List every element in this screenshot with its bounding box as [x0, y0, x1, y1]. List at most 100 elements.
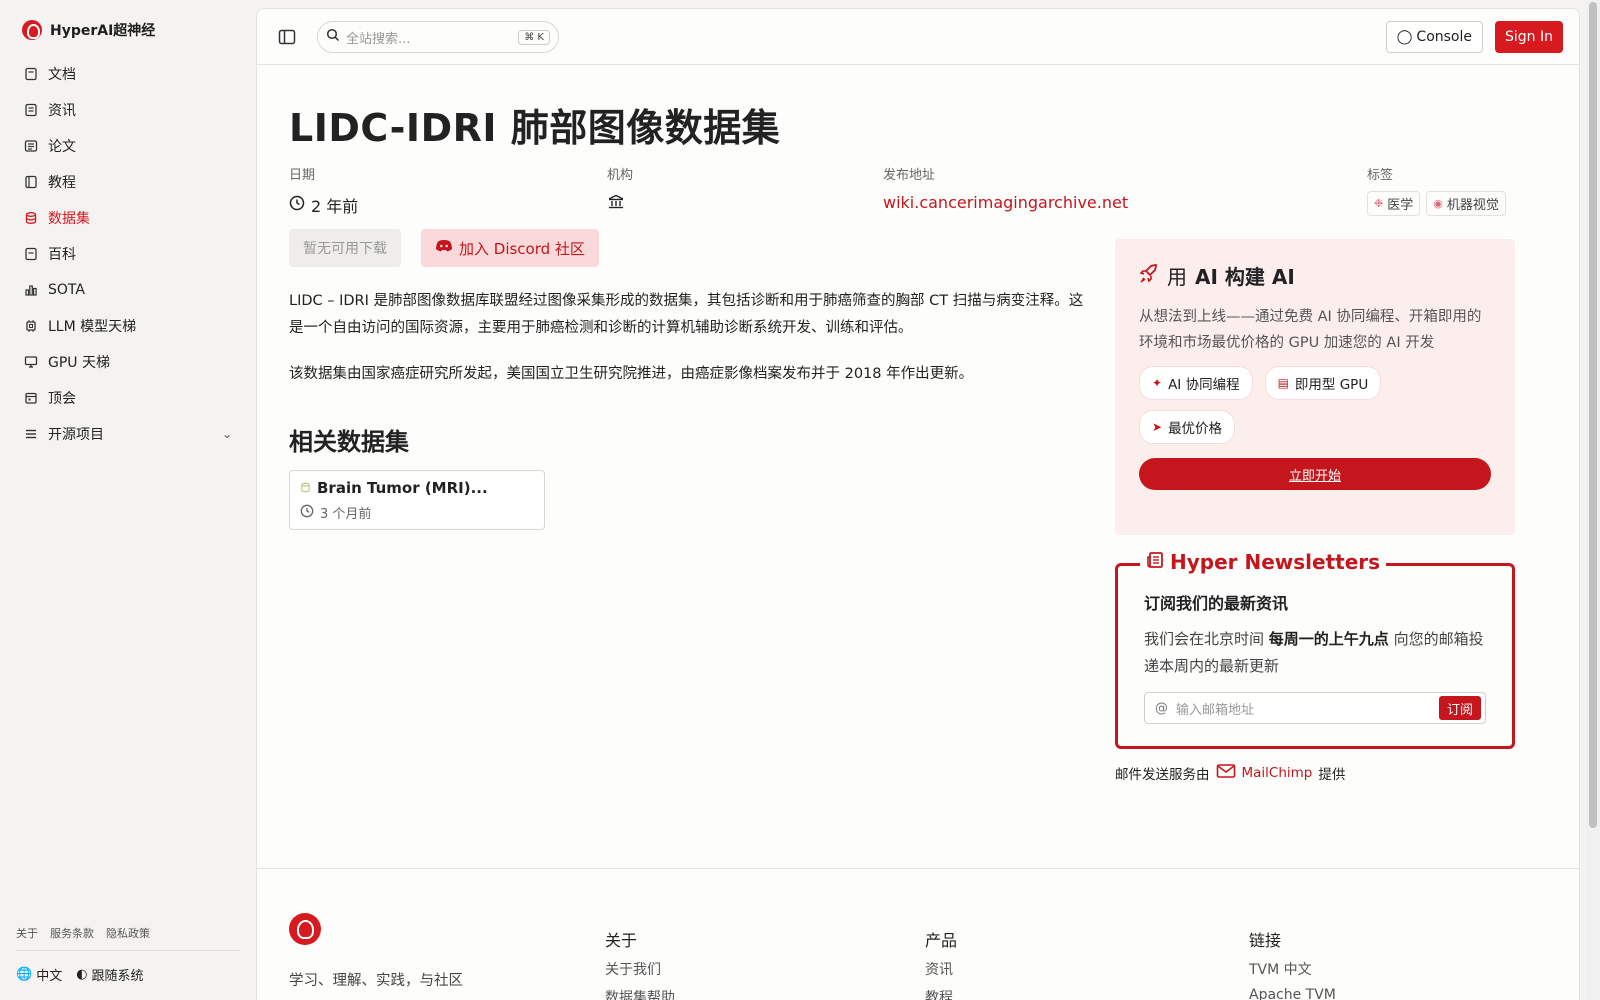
privacy-link[interactable]: 隐私政策 [106, 925, 150, 941]
sidebar-item-docs[interactable]: 文档 [16, 56, 242, 92]
chip-ai-coding: ✦ AI 协同编程 [1139, 366, 1253, 400]
related-card-title: Brain Tumor (MRI)... [317, 479, 488, 497]
sidebar-item-sota[interactable]: SOTA [16, 272, 242, 308]
topbar: 全站搜索... ⌘ K ◯ Console Sign In [257, 9, 1579, 65]
console-label: Console [1416, 29, 1472, 45]
footer-link[interactable]: 资讯 [925, 959, 957, 979]
list-icon [24, 427, 38, 441]
sidebar-item-label: 论文 [48, 139, 76, 155]
language-label: 中文 [36, 969, 63, 984]
sidebar-item-label: SOTA [48, 282, 85, 298]
sidebar-item-label: 顶会 [48, 391, 76, 407]
sidebar-item-label: 开源项目 [48, 427, 104, 443]
search-input[interactable]: 全站搜索... ⌘ K [317, 21, 559, 53]
calendar-icon [24, 391, 38, 405]
sidebar-item-datasets[interactable]: 数据集 [16, 200, 242, 236]
brand[interactable]: HyperAI超神经 [22, 20, 155, 40]
sidebar-item-wiki[interactable]: 百科 [16, 236, 242, 272]
globe-icon: 🌐 [16, 967, 33, 982]
terms-link[interactable]: 服务条款 [50, 925, 94, 941]
promo-chips: ✦ AI 协同编程 ▤ 即用型 GPU ➤ 最优价格 [1139, 366, 1439, 444]
footer-link[interactable]: Apache TVM [1249, 987, 1336, 1000]
search-icon [326, 28, 340, 46]
tag-medicine[interactable]: ❉ 医学 [1367, 191, 1421, 216]
wiki-icon [24, 247, 38, 261]
org-value-row [607, 193, 633, 215]
discord-icon [435, 239, 453, 257]
chip-label: 即用型 GPU [1294, 377, 1369, 393]
search-shortcut: ⌘ K [518, 29, 550, 45]
email-placeholder: 输入邮箱地址 [1176, 702, 1255, 718]
tutorial-icon [24, 175, 38, 189]
mailchimp-link[interactable]: MailChimp [1242, 765, 1313, 781]
sidebar-item-label: GPU 天梯 [48, 355, 110, 371]
sidebar-item-tutorials[interactable]: 教程 [16, 164, 242, 200]
footer: 学习、理解、实践，与社区 关于 关于我们 数据集帮助 产品 资讯 教程 链接 T… [257, 868, 1579, 1000]
sidebar-item-papers[interactable]: 论文 [16, 128, 242, 164]
sidebar-item-open-source[interactable]: 开源项目 ⌄ [16, 416, 242, 452]
sidebar-item-conferences[interactable]: 顶会 [16, 380, 242, 416]
database-icon [24, 211, 38, 225]
tags-label: 标签 [1367, 168, 1394, 183]
chart-icon [24, 283, 38, 297]
discord-button[interactable]: 加入 Discord 社区 [421, 229, 599, 267]
footer-heading: 关于 [605, 931, 638, 950]
footer-link[interactable]: 数据集帮助 [605, 987, 675, 1000]
brand-name: HyperAI超神经 [50, 23, 156, 39]
source-url-link[interactable]: wiki.cancerimagingarchive.net [883, 193, 1128, 212]
sidebar-settings: 🌐 中文 ◐ 跟随系统 [16, 965, 144, 984]
sidebar-item-label: 数据集 [48, 211, 90, 227]
mail-icon [1216, 763, 1236, 783]
mailchimp-post: 提供 [1318, 767, 1346, 783]
tag-label: 机器视觉 [1446, 198, 1499, 213]
tag-label: 医学 [1387, 198, 1414, 213]
main-panel: 全站搜索... ⌘ K ◯ Console Sign In LIDC-IDRI … [256, 8, 1580, 1000]
cpu-icon [24, 319, 38, 333]
chevron-down-icon[interactable]: ⌄ [222, 427, 232, 441]
meta-org: 机构 [607, 164, 633, 215]
footer-col-links: 链接 TVM 中文 Apache TVM [1249, 927, 1336, 1000]
rocket-icon: ➤ [1152, 420, 1163, 434]
sidebar-item-label: LLM 模型天梯 [48, 319, 137, 335]
promo-title-prefix: 用 [1167, 265, 1187, 289]
theme-icon: ◐ [76, 967, 88, 982]
theme-switcher[interactable]: ◐ 跟随系统 [76, 965, 143, 984]
sidebar-nav: 文档 资讯 论文 教程 数据集 百科 SOTA LLM 模型天梯 GPU 天梯 … [16, 56, 242, 452]
meta-url: 发布地址 wiki.cancerimagingarchive.net [883, 164, 1128, 212]
sidebar-item-label: 文档 [48, 67, 76, 83]
footer-link[interactable]: 教程 [925, 987, 957, 1000]
footer-link[interactable]: 关于我们 [605, 959, 675, 979]
sparkle-icon: ✦ [1152, 376, 1163, 390]
mailchimp-pre: 邮件发送服务由 [1115, 767, 1210, 783]
dataset-description: LIDC – IDRI 是肺部图像数据库联盟经过图像采集形成的数据集，其包括诊断… [289, 293, 1084, 336]
console-button[interactable]: ◯ Console [1385, 21, 1483, 53]
footer-link[interactable]: TVM 中文 [1249, 959, 1336, 979]
download-button[interactable]: 暂无可用下载 [289, 229, 401, 267]
sidebar-item-gpu-leaderboard[interactable]: GPU 天梯 [16, 344, 242, 380]
related-card-date-row: 3 个月前 [300, 503, 534, 522]
sidebar-divider [16, 950, 240, 951]
page-title: LIDC-IDRI 肺部图像数据集 [289, 106, 781, 150]
newsletter-desc-pre: 我们会在北京时间 [1144, 630, 1265, 648]
newsletter-subtitle: 订阅我们的最新资讯 [1144, 594, 1289, 613]
sidebar-footer-links: 关于 服务条款 隐私政策 [16, 925, 150, 941]
promo-title-bold: AI 构建 AI [1195, 265, 1295, 289]
sign-in-button[interactable]: Sign In [1495, 21, 1563, 53]
language-switcher[interactable]: 🌐 中文 [16, 965, 62, 984]
tag-computer-vision[interactable]: ◉ 机器视觉 [1426, 191, 1506, 216]
scrollbar[interactable] [1586, 0, 1600, 1000]
sidebar-item-llm-leaderboard[interactable]: LLM 模型天梯 [16, 308, 242, 344]
related-dataset-card[interactable]: Brain Tumor (MRI)... 3 个月前 [289, 470, 545, 530]
rocket-icon [1139, 263, 1159, 288]
meta-tags: 标签 ❉ 医学 ◉ 机器视觉 [1367, 164, 1512, 216]
sidebar-item-news[interactable]: 资讯 [16, 92, 242, 128]
url-value-row: wiki.cancerimagingarchive.net [883, 193, 1128, 212]
email-field[interactable]: @ 输入邮箱地址 订阅 [1144, 692, 1486, 724]
start-now-button[interactable]: 立即开始 [1139, 458, 1491, 490]
sidebar-toggle-icon[interactable] [277, 27, 297, 47]
sidebar-item-label: 教程 [48, 175, 76, 191]
subscribe-button[interactable]: 订阅 [1438, 696, 1481, 720]
scrollbar-thumb[interactable] [1589, 2, 1597, 828]
about-link[interactable]: 关于 [16, 925, 38, 941]
chip-label: AI 协同编程 [1168, 377, 1240, 393]
